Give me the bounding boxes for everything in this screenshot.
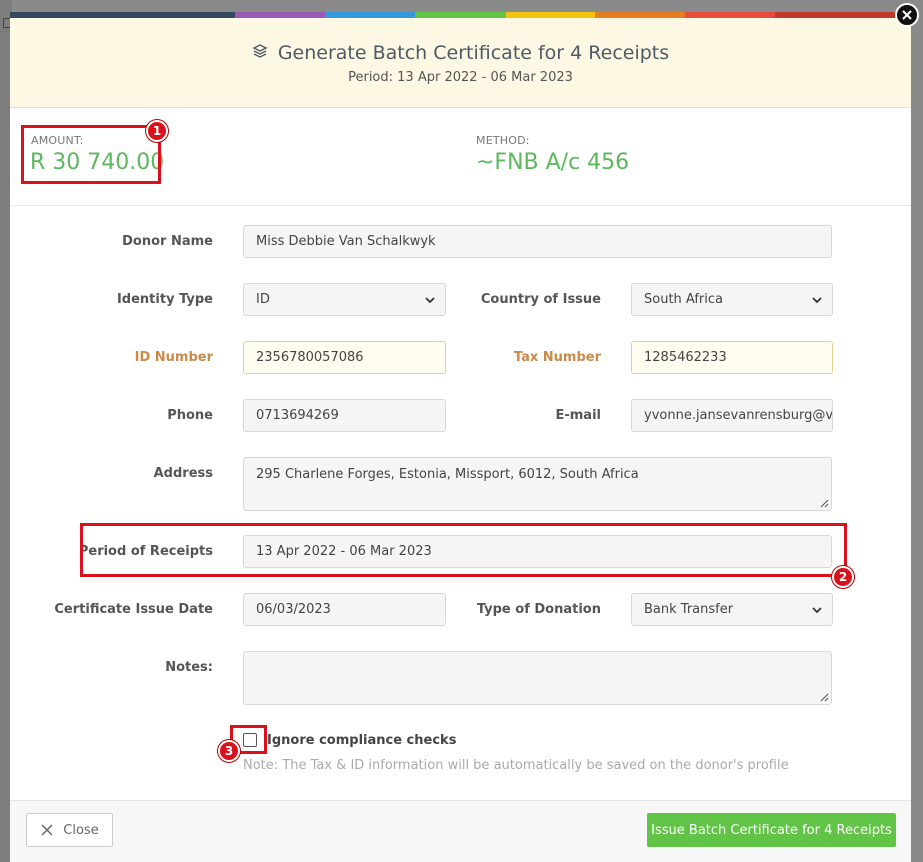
layers-icon: [252, 43, 268, 63]
modal-footer: Close Issue Batch Certificate for 4 Rece…: [10, 800, 911, 862]
resize-grip-icon[interactable]: [820, 499, 829, 508]
email-label: E-mail: [555, 408, 601, 423]
modal-close-icon[interactable]: [895, 3, 919, 27]
tax-number-label: Tax Number: [513, 350, 601, 365]
id-number-input[interactable]: 2356780057086: [243, 341, 446, 374]
address-value: 295 Charlene Forges, Estonia, Missport, …: [256, 467, 639, 482]
modal-header: Generate Batch Certificate for 4 Receipt…: [10, 18, 911, 108]
notes-label: Notes:: [165, 660, 213, 675]
notes-textarea[interactable]: [243, 651, 832, 705]
country-of-issue-value: South Africa: [644, 292, 723, 307]
annotation-marker-2: 2: [832, 566, 854, 588]
email-input[interactable]: yvonne.jansevanrensburg@v: [631, 399, 833, 432]
modal-period: Period: 13 Apr 2022 - 06 Mar 2023: [348, 70, 573, 85]
certificate-issue-date-label: Certificate Issue Date: [54, 602, 213, 617]
annotation-box-amount: [21, 125, 161, 184]
identity-type-select[interactable]: ID: [243, 283, 446, 316]
certificate-issue-date-input[interactable]: 06/03/2023: [243, 593, 446, 626]
address-textarea[interactable]: 295 Charlene Forges, Estonia, Missport, …: [243, 457, 832, 511]
type-of-donation-label: Type of Donation: [476, 602, 601, 617]
phone-input[interactable]: 0713694269: [243, 399, 446, 432]
type-of-donation-select[interactable]: Bank Transfer: [631, 593, 833, 626]
ignore-compliance-label[interactable]: Ignore compliance checks: [267, 733, 456, 748]
country-of-issue-label: Country of Issue: [480, 292, 601, 307]
annotation-box-period: [80, 523, 847, 577]
identity-type-label: Identity Type: [116, 292, 213, 307]
id-number-label: ID Number: [134, 350, 213, 365]
annotation-marker-1: 1: [146, 120, 168, 142]
donor-name-label: Donor Name: [122, 234, 213, 249]
country-of-issue-select[interactable]: South Africa: [631, 283, 833, 316]
tax-number-input[interactable]: 1285462233: [631, 341, 833, 374]
modal-title: Generate Batch Certificate for 4 Receipt…: [277, 42, 670, 64]
address-label: Address: [153, 466, 213, 481]
type-of-donation-value: Bank Transfer: [644, 602, 734, 617]
chevron-down-icon: [812, 297, 822, 304]
phone-label: Phone: [167, 408, 213, 423]
compliance-note: Note: The Tax & ID information will be a…: [243, 758, 789, 773]
close-icon: [41, 824, 53, 836]
chevron-down-icon: [812, 607, 822, 614]
resize-grip-icon[interactable]: [820, 693, 829, 702]
identity-type-value: ID: [256, 292, 270, 307]
issue-batch-certificate-button[interactable]: Issue Batch Certificate for 4 Receipts: [647, 813, 896, 847]
close-button-label: Close: [63, 822, 99, 838]
close-button[interactable]: Close: [26, 813, 113, 847]
annotation-marker-3: 3: [218, 740, 240, 762]
method-value: ~FNB A/c 456: [476, 150, 630, 175]
chevron-down-icon: [425, 297, 435, 304]
donor-name-input[interactable]: Miss Debbie Van Schalkwyk: [243, 225, 832, 258]
method-label: METHOD:: [476, 134, 530, 147]
